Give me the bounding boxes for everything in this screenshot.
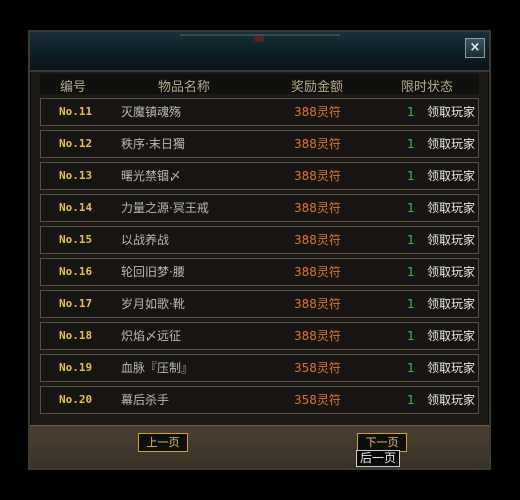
ornament-decoration xyxy=(179,34,340,50)
next-page-tooltip: 后一页 xyxy=(356,450,401,467)
item-number: No.18 xyxy=(59,329,93,342)
item-number: No.19 xyxy=(59,361,93,374)
claim-player-link[interactable]: 领取玩家 xyxy=(427,105,475,119)
item-reward: 388灵符 xyxy=(294,137,341,151)
title-bar: × xyxy=(30,32,489,72)
item-count: 1 xyxy=(407,233,415,247)
item-name: 轮回旧梦·腰 xyxy=(121,265,185,279)
column-header-status: 限时状态 xyxy=(401,80,454,95)
item-reward: 388灵符 xyxy=(294,329,341,343)
item-name: 曙光禁锢〆 xyxy=(121,169,182,183)
item-name: 以战养战 xyxy=(121,233,170,247)
item-number: No.14 xyxy=(59,201,93,214)
close-button[interactable]: × xyxy=(465,38,485,58)
claim-player-link[interactable]: 领取玩家 xyxy=(427,233,475,247)
item-count: 1 xyxy=(407,393,415,407)
pagination-bar: 上一页 下一页 后一页 xyxy=(30,425,489,468)
table-row: No.15 以战养战 388灵符 1 领取玩家 xyxy=(40,226,479,254)
reward-panel: × 编号 物品名称 奖励金额 限时状态 No.11 灭魔镇魂殇 388灵符 1 … xyxy=(28,30,491,470)
item-reward: 388灵符 xyxy=(294,201,341,215)
claim-player-link[interactable]: 领取玩家 xyxy=(427,393,475,407)
item-count: 1 xyxy=(407,329,415,343)
item-reward: 388灵符 xyxy=(294,265,341,279)
claim-player-link[interactable]: 领取玩家 xyxy=(427,329,475,343)
item-reward: 388灵符 xyxy=(294,233,341,247)
claim-player-link[interactable]: 领取玩家 xyxy=(427,265,475,279)
table-row: No.17 岁月如歌·靴 388灵符 1 领取玩家 xyxy=(40,290,479,318)
column-header-no: 编号 xyxy=(60,80,87,95)
item-reward: 358灵符 xyxy=(294,393,341,407)
item-number: No.11 xyxy=(59,105,93,118)
table-row: No.19 血脉『压制』 358灵符 1 领取玩家 xyxy=(40,354,479,382)
item-reward: 388灵符 xyxy=(294,169,341,183)
item-name: 力量之源·冥王戒 xyxy=(121,201,209,215)
column-header-reward: 奖励金额 xyxy=(291,80,344,95)
table-row: No.20 幕后杀手 358灵符 1 领取玩家 xyxy=(40,386,479,414)
item-count: 1 xyxy=(407,169,415,183)
table-row: No.18 炽焰〆远征 388灵符 1 领取玩家 xyxy=(40,322,479,350)
table-row: No.16 轮回旧梦·腰 388灵符 1 领取玩家 xyxy=(40,258,479,286)
table-row: No.12 秩序·末日獨 388灵符 1 领取玩家 xyxy=(40,130,479,158)
table-row: No.11 灭魔镇魂殇 388灵符 1 领取玩家 xyxy=(40,98,479,126)
item-number: No.13 xyxy=(59,169,93,182)
item-reward: 388灵符 xyxy=(294,297,341,311)
column-header-name: 物品名称 xyxy=(158,80,211,95)
item-reward: 388灵符 xyxy=(294,105,341,119)
claim-player-link[interactable]: 领取玩家 xyxy=(427,169,475,183)
item-count: 1 xyxy=(407,137,415,151)
item-count: 1 xyxy=(407,265,415,279)
item-number: No.17 xyxy=(59,297,93,310)
item-name: 血脉『压制』 xyxy=(121,361,194,375)
item-name: 岁月如歌·靴 xyxy=(121,297,185,311)
item-number: No.16 xyxy=(59,265,93,278)
item-name: 炽焰〆远征 xyxy=(121,329,182,343)
item-number: No.20 xyxy=(59,393,93,406)
item-count: 1 xyxy=(407,297,415,311)
item-name: 幕后杀手 xyxy=(121,393,170,407)
table-row: No.14 力量之源·冥王戒 388灵符 1 领取玩家 xyxy=(40,194,479,222)
table-row: No.13 曙光禁锢〆 388灵符 1 领取玩家 xyxy=(40,162,479,190)
item-count: 1 xyxy=(407,201,415,215)
claim-player-link[interactable]: 领取玩家 xyxy=(427,361,475,375)
item-name: 灭魔镇魂殇 xyxy=(121,105,182,119)
claim-player-link[interactable]: 领取玩家 xyxy=(427,137,475,151)
item-count: 1 xyxy=(407,105,415,119)
item-name: 秩序·末日獨 xyxy=(121,137,185,151)
claim-player-link[interactable]: 领取玩家 xyxy=(427,201,475,215)
item-number: No.15 xyxy=(59,233,93,246)
item-number: No.12 xyxy=(59,137,93,150)
prev-page-button[interactable]: 上一页 xyxy=(138,433,188,452)
item-reward: 358灵符 xyxy=(294,361,341,375)
item-count: 1 xyxy=(407,361,415,375)
claim-player-link[interactable]: 领取玩家 xyxy=(427,297,475,311)
reward-list: No.11 灭魔镇魂殇 388灵符 1 领取玩家 No.12 秩序·末日獨 38… xyxy=(40,98,479,418)
table-header: 编号 物品名称 奖励金额 限时状态 xyxy=(40,74,479,95)
